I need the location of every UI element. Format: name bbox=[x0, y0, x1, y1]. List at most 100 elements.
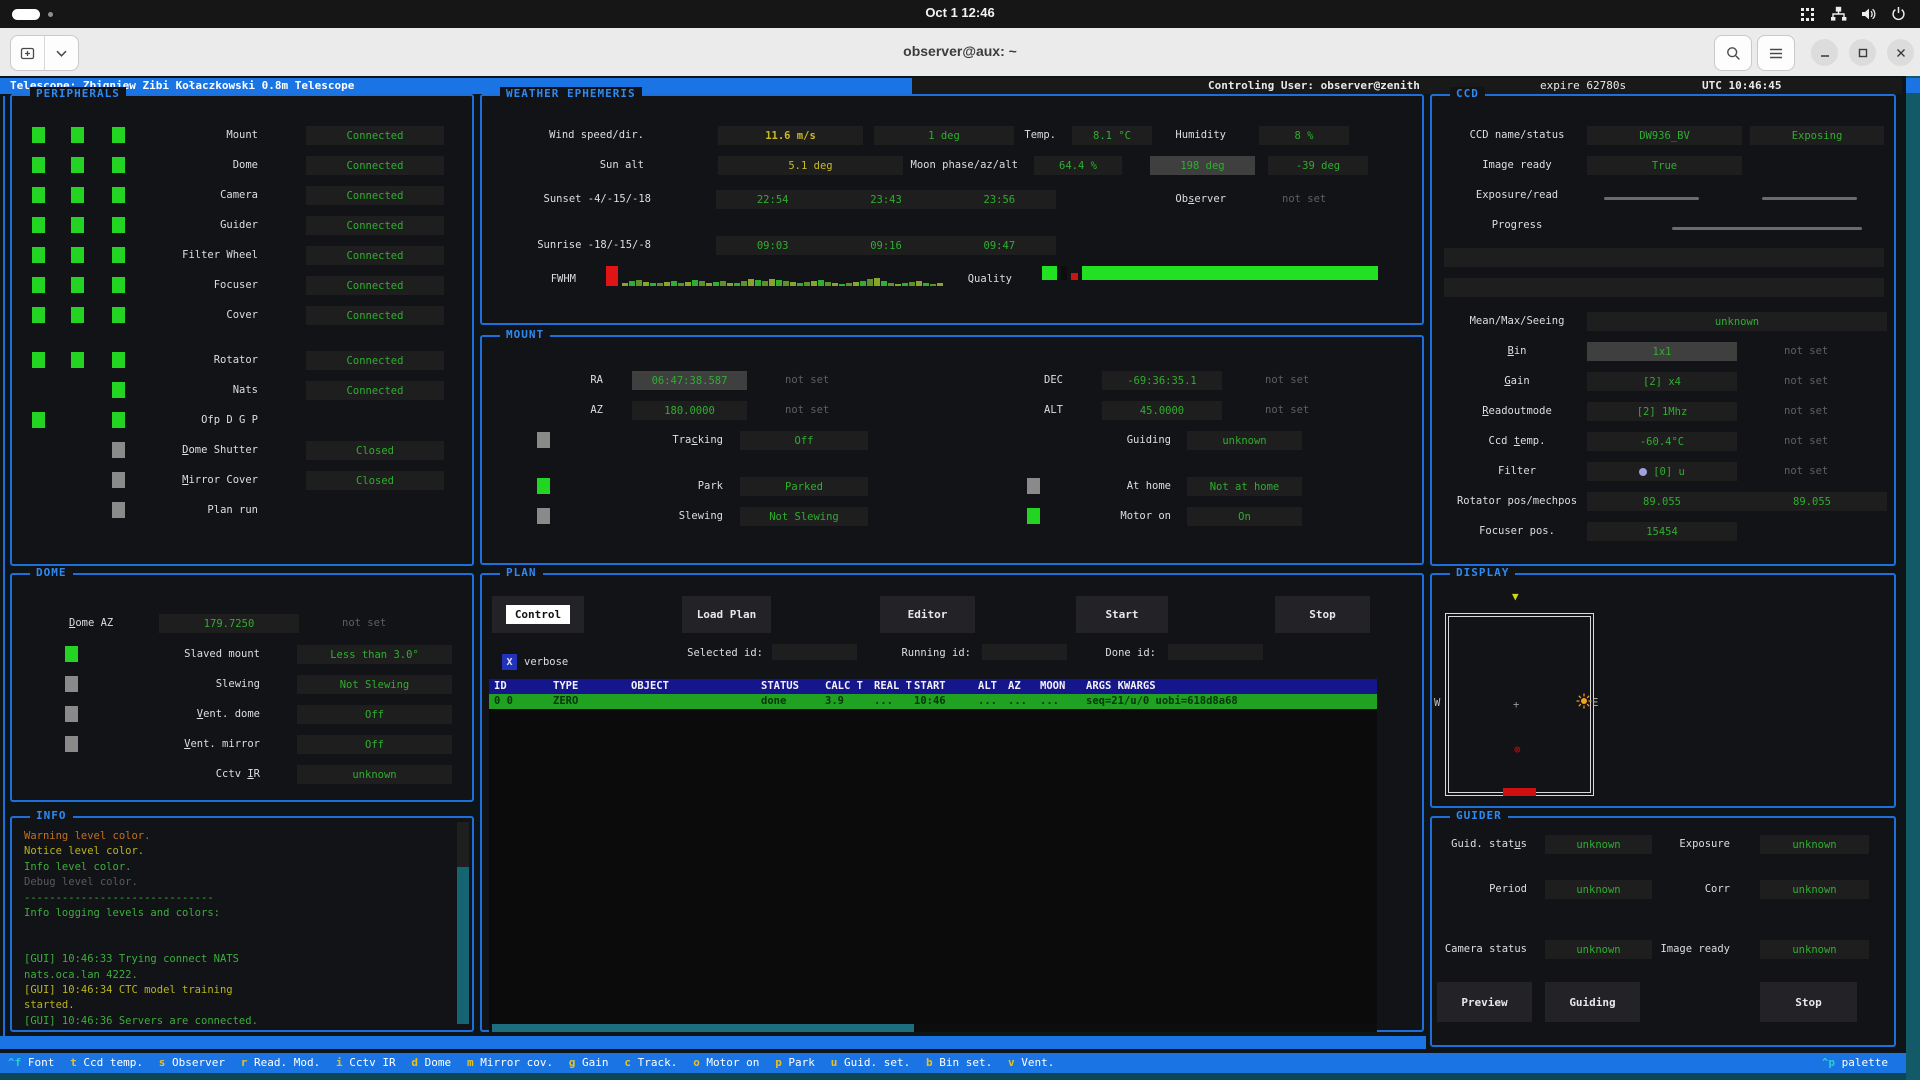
sunrise-label: Sunrise -18/-15/-8 bbox=[537, 239, 651, 251]
hotkey-vent-[interactable]: v Vent. bbox=[1008, 1053, 1054, 1073]
hotkey-font[interactable]: ^f Font bbox=[8, 1053, 54, 1073]
tracking-led bbox=[537, 432, 550, 448]
info-panel-title: INFO bbox=[30, 809, 73, 822]
hotkey-observer[interactable]: s Observer bbox=[159, 1053, 225, 1073]
hotkey-read-mod-[interactable]: r Read. Mod. bbox=[241, 1053, 320, 1073]
maximize-button[interactable] bbox=[1849, 39, 1876, 66]
hotkey-bin-set-[interactable]: b Bin set. bbox=[926, 1053, 992, 1073]
plan-button-editor[interactable]: Editor bbox=[880, 596, 975, 636]
bin-extra: not set bbox=[1784, 345, 1828, 357]
verbose-checkbox[interactable]: X bbox=[502, 654, 517, 670]
guider-value: unknown bbox=[1545, 940, 1652, 959]
search-button[interactable] bbox=[1714, 35, 1752, 71]
window-title: observer@aux: ~ bbox=[0, 43, 1920, 59]
done-id-field[interactable] bbox=[1168, 644, 1263, 660]
plan-hscrollbar[interactable] bbox=[489, 1024, 1377, 1032]
ccd-temp-value[interactable]: -60.4°C bbox=[1587, 432, 1737, 451]
running-id-field[interactable] bbox=[982, 644, 1067, 660]
plan-button-start[interactable]: Start bbox=[1076, 596, 1168, 636]
dome-az-label: Dome AZ bbox=[69, 617, 113, 629]
plan-hscrollbar-thumb[interactable] bbox=[492, 1024, 914, 1032]
tracking-value[interactable]: Off bbox=[740, 431, 868, 450]
dome-led bbox=[65, 646, 78, 662]
fwhm-bar bbox=[748, 279, 754, 286]
moon-az-value[interactable]: 198 deg bbox=[1150, 156, 1255, 175]
dome-row-label: Slewing bbox=[216, 678, 260, 690]
motor-value[interactable]: On bbox=[1187, 507, 1302, 526]
plan-button-load-plan[interactable]: Load Plan bbox=[682, 596, 771, 636]
filter-value[interactable]: [0] u bbox=[1587, 462, 1737, 481]
info-scrollbar[interactable] bbox=[457, 822, 469, 1024]
hotkey-motor-on[interactable]: o Motor on bbox=[693, 1053, 759, 1073]
keyboard-layout-icon[interactable] bbox=[1800, 6, 1816, 22]
guider-button-preview[interactable]: Preview bbox=[1437, 982, 1532, 1025]
athome-value: Not at home bbox=[1187, 477, 1302, 496]
dome-row-value[interactable]: Off bbox=[297, 705, 452, 724]
plan-table-row[interactable]: 0 0ZEROdone3.9...10:46.........seq=21/u/… bbox=[489, 694, 1377, 709]
peripheral-led bbox=[112, 187, 125, 203]
peripheral-led bbox=[112, 217, 125, 233]
peripheral-status: Connected bbox=[306, 276, 444, 295]
hotkey-mirror-cov-[interactable]: m Mirror cov. bbox=[467, 1053, 553, 1073]
dome-row-value[interactable]: Less than 3.0° bbox=[297, 645, 452, 664]
hotkey-gain[interactable]: g Gain bbox=[569, 1053, 609, 1073]
focuser-pos-value[interactable]: 15454 bbox=[1587, 522, 1737, 541]
dome-row-value[interactable]: Off bbox=[297, 735, 452, 754]
slewing-led bbox=[537, 508, 550, 524]
plan-table-header-cell: ARGS KWARGS bbox=[1086, 680, 1156, 692]
hotkey-ccd-temp-[interactable]: t Ccd temp. bbox=[70, 1053, 143, 1073]
close-button[interactable] bbox=[1887, 39, 1914, 66]
center-cross-icon: + bbox=[1513, 699, 1519, 711]
hotkey-dome[interactable]: d Dome bbox=[411, 1053, 451, 1073]
peripherals-panel: PERIPHERALS MountConnectedDomeConnectedC… bbox=[10, 94, 474, 566]
terminal-titlebar: observer@aux: ~ bbox=[0, 28, 1920, 77]
plan-table-header-cell: TYPE bbox=[553, 680, 578, 692]
info-log-line: started. bbox=[24, 999, 75, 1011]
fwhm-bar bbox=[755, 280, 761, 286]
hotkey-key: i bbox=[336, 1056, 343, 1069]
gain-extra: not set bbox=[1784, 375, 1828, 387]
system-clock[interactable]: Oct 1 12:46 bbox=[0, 5, 1920, 20]
terminal-scrollbar[interactable] bbox=[1906, 76, 1920, 1080]
hotkey-track-[interactable]: c Track. bbox=[624, 1053, 677, 1073]
minimize-button[interactable] bbox=[1811, 39, 1838, 66]
network-icon[interactable] bbox=[1830, 6, 1847, 22]
peripheral-label: Mirror Cover bbox=[182, 474, 258, 486]
ra-extra: not set bbox=[785, 374, 829, 386]
dome-row-label: Vent. dome bbox=[197, 708, 260, 720]
mean-max-seeing-label: Mean/Max/Seeing bbox=[1432, 315, 1602, 327]
sunset-time: 23:56 bbox=[984, 194, 1016, 206]
hotkey-key: m bbox=[467, 1056, 474, 1069]
gain-value[interactable]: [2] x4 bbox=[1587, 372, 1737, 391]
plan-button-stop[interactable]: Stop bbox=[1275, 596, 1370, 636]
menu-button[interactable] bbox=[1757, 35, 1795, 71]
fwhm-bar bbox=[867, 279, 873, 286]
hotkey-cctv-ir[interactable]: i Cctv IR bbox=[336, 1053, 396, 1073]
ra-value[interactable]: 06:47:38.587 bbox=[632, 371, 747, 390]
dome-row-value[interactable]: unknown bbox=[297, 765, 452, 784]
info-scrollbar-track bbox=[457, 822, 469, 867]
selected-id-field[interactable] bbox=[772, 644, 857, 660]
hotkey-label: Vent. bbox=[1015, 1056, 1055, 1069]
ccd-name-value: DW936_BV bbox=[1587, 126, 1742, 145]
hotkey-guid-set-[interactable]: u Guid. set. bbox=[831, 1053, 910, 1073]
mount-panel-title: MOUNT bbox=[500, 328, 550, 341]
plan-table-cell: seq=21/u/0 uobi=618d8a68 bbox=[1086, 695, 1238, 707]
alt-value: 45.0000 bbox=[1102, 401, 1222, 420]
hotkey-label: Park bbox=[782, 1056, 815, 1069]
hotkey-park[interactable]: p Park bbox=[775, 1053, 815, 1073]
park-value[interactable]: Parked bbox=[740, 477, 868, 496]
dome-row-value[interactable]: Not Slewing bbox=[297, 675, 452, 694]
terminal-scrollbar-thumb[interactable] bbox=[1906, 78, 1920, 93]
volume-icon[interactable] bbox=[1861, 6, 1877, 22]
peripheral-led bbox=[32, 187, 45, 203]
guider-button-stop[interactable]: Stop bbox=[1760, 982, 1857, 1025]
power-icon[interactable] bbox=[1891, 6, 1906, 22]
guider-button-guiding[interactable]: Guiding bbox=[1545, 982, 1640, 1025]
readoutmode-value[interactable]: [2] 1Mhz bbox=[1587, 402, 1737, 421]
selected-id-label: Selected id: bbox=[687, 647, 763, 659]
rotator-mechpos: 89.055 bbox=[1793, 496, 1831, 508]
plan-button-control[interactable]: Control bbox=[492, 596, 584, 636]
hotkey-palette[interactable]: ^p palette bbox=[1822, 1053, 1888, 1073]
bin-value[interactable]: 1x1 bbox=[1587, 342, 1737, 361]
